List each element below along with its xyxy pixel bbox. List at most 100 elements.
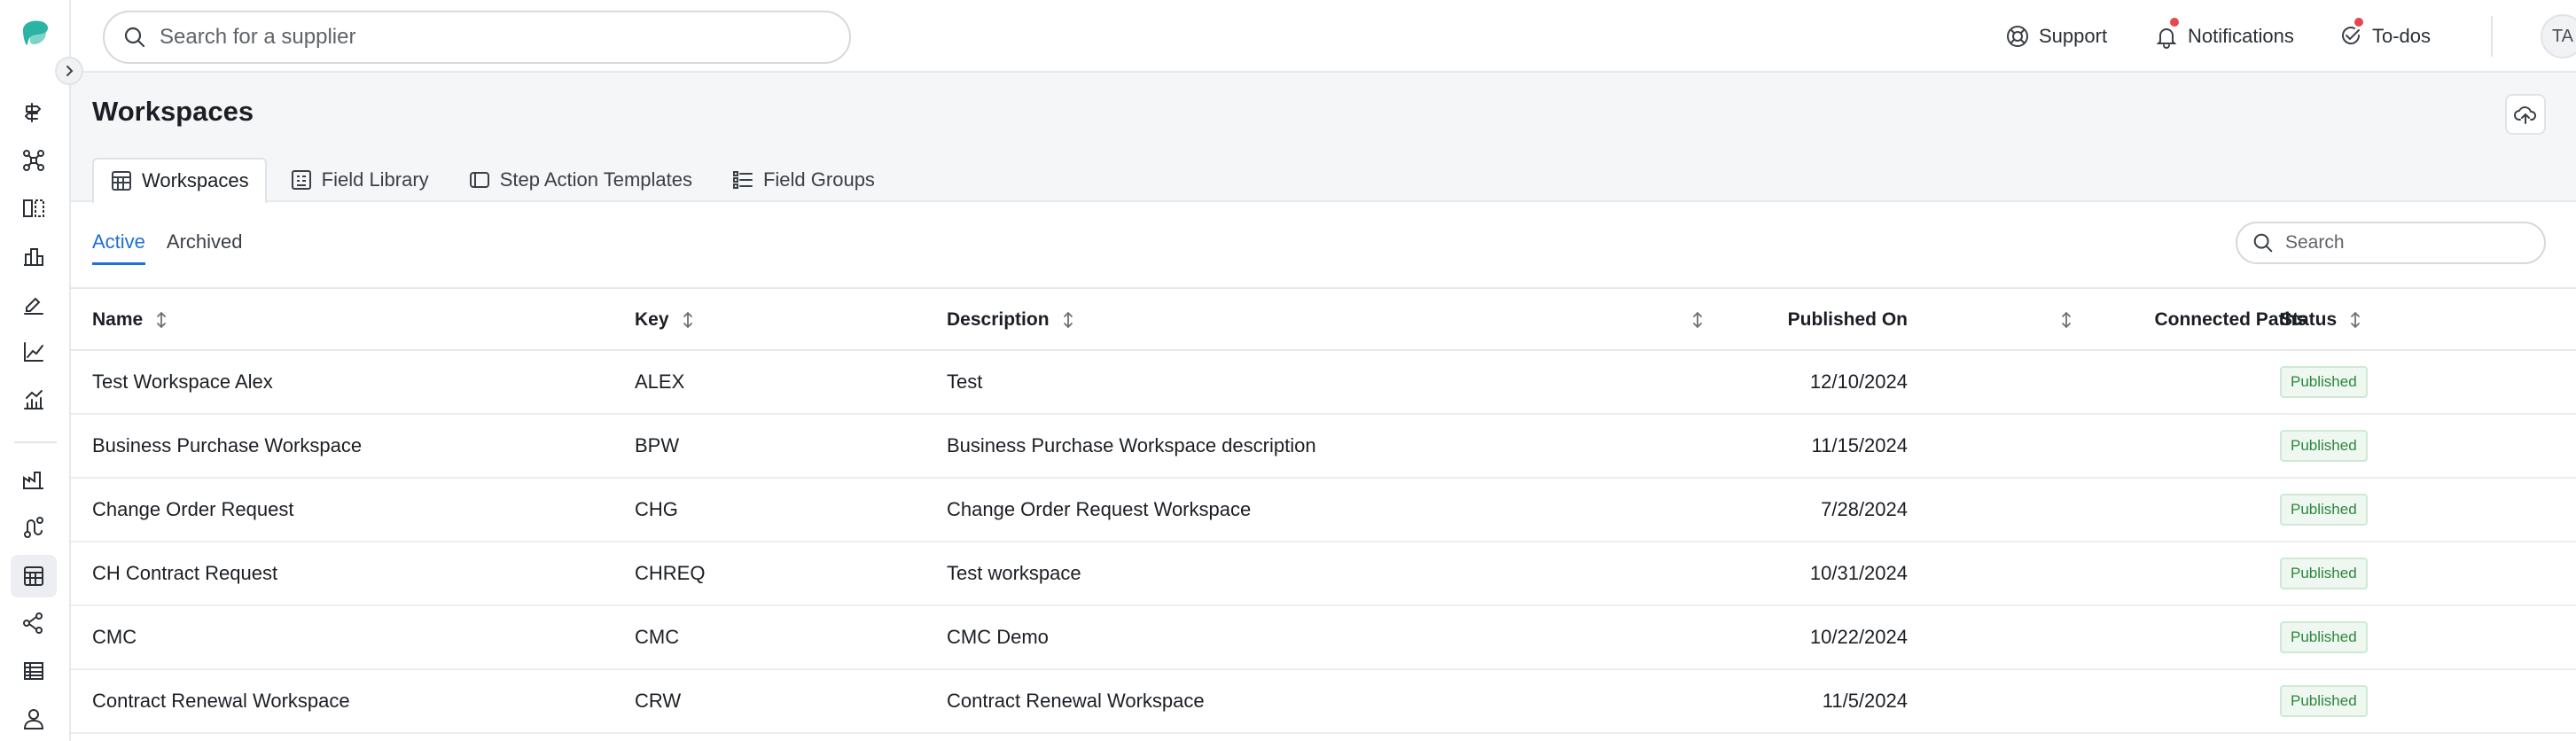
cell-connected-paths: - — [2110, 542, 2307, 604]
status-badge: Published — [2280, 685, 2368, 717]
table-search[interactable] — [2236, 222, 2546, 264]
calculator-icon — [112, 171, 131, 191]
user-avatar[interactable]: TA — [2541, 14, 2576, 58]
sidebar-divider — [14, 441, 57, 443]
path-icon — [24, 517, 43, 538]
sidebar-item-tables[interactable] — [19, 656, 49, 686]
brand-logo[interactable] — [20, 18, 51, 50]
sidebar-item-integrations[interactable] — [19, 608, 49, 638]
sidebar-item-signpost[interactable] — [19, 98, 49, 128]
user-icon — [23, 709, 44, 729]
sort-icon[interactable] — [2058, 310, 2074, 330]
tab-step-action-templates[interactable]: Step Action Templates — [452, 158, 708, 202]
field-library-icon — [291, 170, 311, 190]
calculator-icon — [24, 566, 43, 586]
sidebar-item-board[interactable] — [19, 193, 49, 223]
cell-connected-paths: - — [2110, 479, 2307, 541]
cell-description: Test — [947, 370, 983, 393]
cell-status: Published — [2280, 670, 2368, 732]
sort-icon[interactable] — [153, 310, 169, 330]
todos-label: To-dos — [2372, 25, 2432, 47]
template-icon — [469, 172, 489, 188]
sidebar-item-analytics[interactable] — [19, 337, 49, 367]
column-header-connected-paths[interactable]: Connected Paths — [2085, 289, 2307, 351]
cell-published-on: 10/22/2024 — [1809, 626, 1908, 648]
sidebar-item-sign[interactable] — [19, 289, 49, 319]
tab-workspaces[interactable]: Workspaces — [92, 158, 267, 204]
chevron-right-icon — [66, 66, 74, 76]
table-row[interactable]: Business Purchase Workspace BPW Business… — [71, 415, 2576, 479]
cell-name: Test Workspace Alex — [92, 370, 273, 393]
cell-name: Change Order Request — [92, 498, 294, 520]
support-label: Support — [2039, 25, 2108, 47]
cell-description: Test workspace — [947, 562, 1081, 584]
sort-icon[interactable] — [680, 310, 696, 330]
table-row[interactable]: CH Contract Request CHREQ Test workspace… — [71, 542, 2576, 606]
search-icon — [124, 27, 145, 48]
sort-icon[interactable] — [1690, 310, 1706, 330]
supplier-search-input[interactable] — [160, 25, 833, 50]
sort-icon[interactable] — [2347, 310, 2363, 330]
tab-label: Field Library — [321, 168, 429, 191]
table-row[interactable]: Test Workspace Alex ALEX Test 12/10/2024… — [71, 351, 2576, 415]
supplier-search[interactable] — [103, 11, 851, 64]
status-badge: Published — [2280, 558, 2368, 589]
sidebar-item-users[interactable] — [19, 704, 49, 734]
sidebar-item-network[interactable] — [19, 145, 49, 176]
column-header-name[interactable]: Name — [92, 289, 169, 351]
tab-label: Step Action Templates — [499, 168, 692, 191]
column-label: Description — [947, 309, 1050, 330]
column-header-key[interactable]: Key — [635, 289, 696, 351]
tab-field-groups[interactable]: Field Groups — [715, 158, 891, 202]
cell-name: Contract Renewal Workspace — [92, 690, 350, 712]
sidebar-item-paths[interactable] — [19, 512, 49, 542]
table-row[interactable]: Contract Renewal Workspace CRW Contract … — [71, 670, 2576, 734]
cell-key: ALEX — [635, 370, 685, 393]
bar-line-chart-icon — [24, 390, 43, 410]
table-row[interactable]: CMC CMC CMC Demo 10/22/2024 - Published — [71, 606, 2576, 670]
sidebar-item-suppliers[interactable] — [19, 464, 49, 495]
header-divider — [2491, 16, 2493, 57]
notifications-link[interactable]: Notifications — [2154, 18, 2294, 55]
cell-key: CMC — [635, 626, 680, 648]
todos-link[interactable]: To-dos — [2338, 18, 2431, 55]
buildings-icon — [24, 248, 43, 266]
support-link[interactable]: Support — [2005, 18, 2107, 55]
sidebar-item-buildings[interactable] — [19, 241, 49, 271]
sort-icon[interactable] — [1060, 310, 1076, 330]
table-row[interactable]: Change Order Request CHG Change Order Re… — [71, 479, 2576, 542]
cell-connected-paths: - — [2110, 606, 2307, 668]
line-chart-icon — [24, 342, 43, 362]
column-label: Status — [2280, 309, 2338, 330]
table-icon — [24, 662, 43, 680]
sidebar-expand-button[interactable] — [55, 57, 83, 85]
cell-published-on: 11/5/2024 — [1822, 690, 1908, 712]
cell-name: CH Contract Request — [92, 562, 278, 584]
bell-icon — [2156, 28, 2177, 49]
cell-published-on: 7/28/2024 — [1821, 498, 1908, 520]
page-header: Workspaces Workspaces Field Library Step… — [71, 73, 2576, 204]
tab-field-library[interactable]: Field Library — [274, 158, 445, 202]
cell-description: Business Purchase Workspace description — [947, 434, 1316, 456]
sidebar-item-workspaces[interactable] — [11, 555, 57, 597]
column-header-published-on[interactable]: Published On — [1723, 289, 1908, 351]
cell-status: Published — [2280, 351, 2368, 413]
cell-key: CHG — [635, 498, 678, 520]
board-icon — [23, 199, 44, 217]
column-label: Key — [635, 309, 669, 330]
cloud-upload-icon — [2514, 106, 2537, 124]
cell-published-on: 12/10/2024 — [1809, 370, 1908, 393]
cell-key: CHREQ — [635, 562, 706, 584]
column-label: Name — [92, 309, 144, 330]
column-header-description[interactable]: Description — [947, 289, 1076, 351]
column-header-status[interactable]: Status — [2280, 289, 2363, 351]
cell-status: Published — [2280, 606, 2368, 668]
subtab-active[interactable]: Active — [92, 230, 145, 265]
cell-description: Change Order Request Workspace — [947, 498, 1252, 520]
cell-published-on: 11/15/2024 — [1811, 434, 1908, 456]
sidebar-item-reports[interactable] — [19, 385, 49, 415]
subtab-archived[interactable]: Archived — [167, 230, 243, 265]
network-icon — [23, 150, 44, 171]
upload-button[interactable] — [2505, 94, 2546, 135]
table-search-input[interactable] — [2285, 232, 2533, 254]
